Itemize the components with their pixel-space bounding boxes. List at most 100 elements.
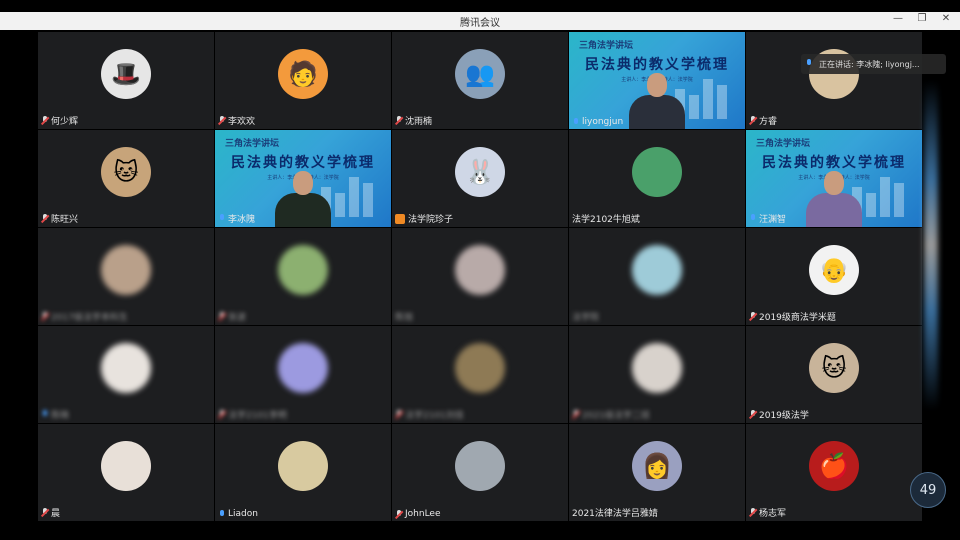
participant-tile[interactable]: 法学2102牛旭斌: [569, 130, 745, 227]
participant-tile[interactable]: 陈晓: [38, 326, 214, 423]
participant-name: 法学院珍子: [408, 215, 454, 225]
participant-name: Liadon: [228, 509, 258, 519]
window-title: 腾讯会议: [460, 18, 500, 29]
participant-name-label: 何少辉: [41, 114, 78, 127]
participant-name: 法学2101李明: [228, 411, 287, 421]
participant-name: 陈晓: [51, 411, 70, 421]
title-bar: 腾讯会议 — ❐ ✕: [0, 12, 960, 30]
participant-tile[interactable]: 三角法学讲坛 民法典的教义学梳理 主讲人：李永军 主持人：法学院 汪渊智: [746, 130, 922, 227]
audio-level-glow: [924, 80, 938, 410]
participant-name-label: 法学2101李明: [218, 408, 287, 421]
participant-tile[interactable]: 三角法学讲坛 民法典的教义学梳理 主讲人：李永军 主持人：法学院 liyongjun: [569, 32, 745, 129]
participant-name: 2021法律法学吕雅婧: [572, 509, 658, 519]
mic-muted-icon: [218, 116, 225, 125]
participant-grid: 🎩 何少辉 🧑 李欢欢 👥 沈雨楠三角法学讲坛 民法典的教义学梳理 主讲人：李永军 主持人：法…: [38, 32, 922, 526]
participant-name-label: 陈晓: [41, 408, 69, 421]
participant-name-label: 晨: [41, 506, 60, 519]
participant-name-label: 法学院珍子: [395, 212, 453, 225]
participant-name: 何少辉: [51, 117, 79, 127]
participant-tile[interactable]: Liadon: [215, 424, 391, 521]
participant-tile[interactable]: 👴 2019级商法学米题: [746, 228, 922, 325]
mic-muted-icon: [749, 410, 756, 419]
avatar: [101, 343, 151, 393]
participant-count: 49: [919, 482, 937, 498]
presentation-banner: 三角法学讲坛: [579, 41, 634, 51]
participant-tile[interactable]: 陈旭: [392, 228, 568, 325]
avatar: [632, 343, 682, 393]
mic-icon: [749, 214, 756, 223]
participant-tile[interactable]: 🐱 陈旺兴: [38, 130, 214, 227]
participant-tile[interactable]: 🧑 李欢欢: [215, 32, 391, 129]
participant-tile[interactable]: 2017级法学本科生: [38, 228, 214, 325]
participant-tile[interactable]: 🎩 何少辉: [38, 32, 214, 129]
participant-tile[interactable]: 方睿: [746, 32, 922, 129]
speaking-indicator: 正在讲话: 李冰隗; liyongj...: [801, 54, 946, 74]
mic-muted-icon: [218, 410, 225, 419]
participant-tile[interactable]: 晨: [38, 424, 214, 521]
participant-tile[interactable]: 🐱 2019级法学: [746, 326, 922, 423]
participant-name-label: 法学2101刘佳: [395, 408, 464, 421]
mic-muted-icon: [749, 508, 756, 517]
avatar: [101, 441, 151, 491]
participant-name-label: 李冰隗: [218, 212, 255, 225]
participant-counter[interactable]: 49: [910, 472, 946, 508]
window-controls: — ❐ ✕: [892, 13, 952, 24]
close-icon[interactable]: ✕: [940, 13, 952, 24]
participant-tile[interactable]: 法学院: [569, 228, 745, 325]
participant-name-label: JohnLee: [395, 509, 441, 519]
mic-muted-icon: [41, 312, 48, 321]
participant-tile[interactable]: 法学2101李明: [215, 326, 391, 423]
participant-name-label: 2017级法学本科生: [41, 310, 128, 323]
participant-tile[interactable]: 法学2101刘佳: [392, 326, 568, 423]
minimize-icon[interactable]: —: [892, 13, 904, 24]
mic-muted-icon: [395, 116, 402, 125]
restore-icon[interactable]: ❐: [916, 13, 928, 24]
participant-tile[interactable]: 三角法学讲坛 民法典的教义学梳理 主讲人：李永军 主持人：法学院 李冰隗: [215, 130, 391, 227]
speaking-text: 正在讲话: 李冰隗; liyongj...: [819, 59, 920, 69]
participant-name: 法学2102牛旭斌: [572, 215, 640, 225]
participant-name: 沈雨楠: [405, 117, 433, 127]
avatar: 👩: [632, 441, 682, 491]
avatar: [455, 441, 505, 491]
avatar: [278, 245, 328, 295]
participant-name-label: 陈旺兴: [41, 212, 78, 225]
participant-name: 汪渊智: [759, 215, 787, 225]
participant-name-label: 2021级法学二班: [572, 408, 650, 421]
speaker-video: [625, 73, 689, 129]
mic-icon: [218, 214, 225, 223]
mic-muted-icon: [749, 116, 756, 125]
mic-muted-icon: [218, 312, 225, 321]
avatar: [632, 147, 682, 197]
participant-tile[interactable]: 👩 2021法律法学吕雅婧: [569, 424, 745, 521]
participant-name: 李欢欢: [228, 117, 256, 127]
participant-name: 晨: [51, 509, 61, 519]
avatar: [455, 343, 505, 393]
mic-muted-icon: [41, 508, 48, 517]
participant-name-label: 杨志军: [749, 506, 786, 519]
presentation-banner: 三角法学讲坛: [756, 139, 811, 149]
presentation-banner: 三角法学讲坛: [225, 139, 280, 149]
mic-muted-icon: [395, 410, 402, 419]
presentation-title: 民法典的教义学梳理: [585, 57, 729, 73]
participant-name: 张波: [228, 313, 247, 323]
avatar: [278, 343, 328, 393]
mic-muted-icon: [749, 312, 756, 321]
participant-name-label: Liadon: [218, 509, 258, 519]
participant-name: 2021级法学二班: [582, 411, 650, 421]
mic-muted-icon: [41, 116, 48, 125]
avatar: 🐰: [455, 147, 505, 197]
participant-tile[interactable]: 🍎 杨志军: [746, 424, 922, 521]
mic-icon: [805, 59, 812, 68]
participant-name-label: 法学院: [572, 310, 599, 323]
presentation-title: 民法典的教义学梳理: [231, 155, 375, 171]
participant-tile[interactable]: 2021级法学二班: [569, 326, 745, 423]
host-badge-icon: [395, 213, 405, 224]
mic-muted-icon: [41, 214, 48, 223]
participant-name: 李冰隗: [228, 215, 256, 225]
participant-tile[interactable]: JohnLee: [392, 424, 568, 521]
participant-tile[interactable]: 👥 沈雨楠: [392, 32, 568, 129]
participant-tile[interactable]: 🐰 法学院珍子: [392, 130, 568, 227]
avatar: [278, 441, 328, 491]
participant-tile[interactable]: 张波: [215, 228, 391, 325]
participant-name: 陈旭: [395, 313, 414, 323]
